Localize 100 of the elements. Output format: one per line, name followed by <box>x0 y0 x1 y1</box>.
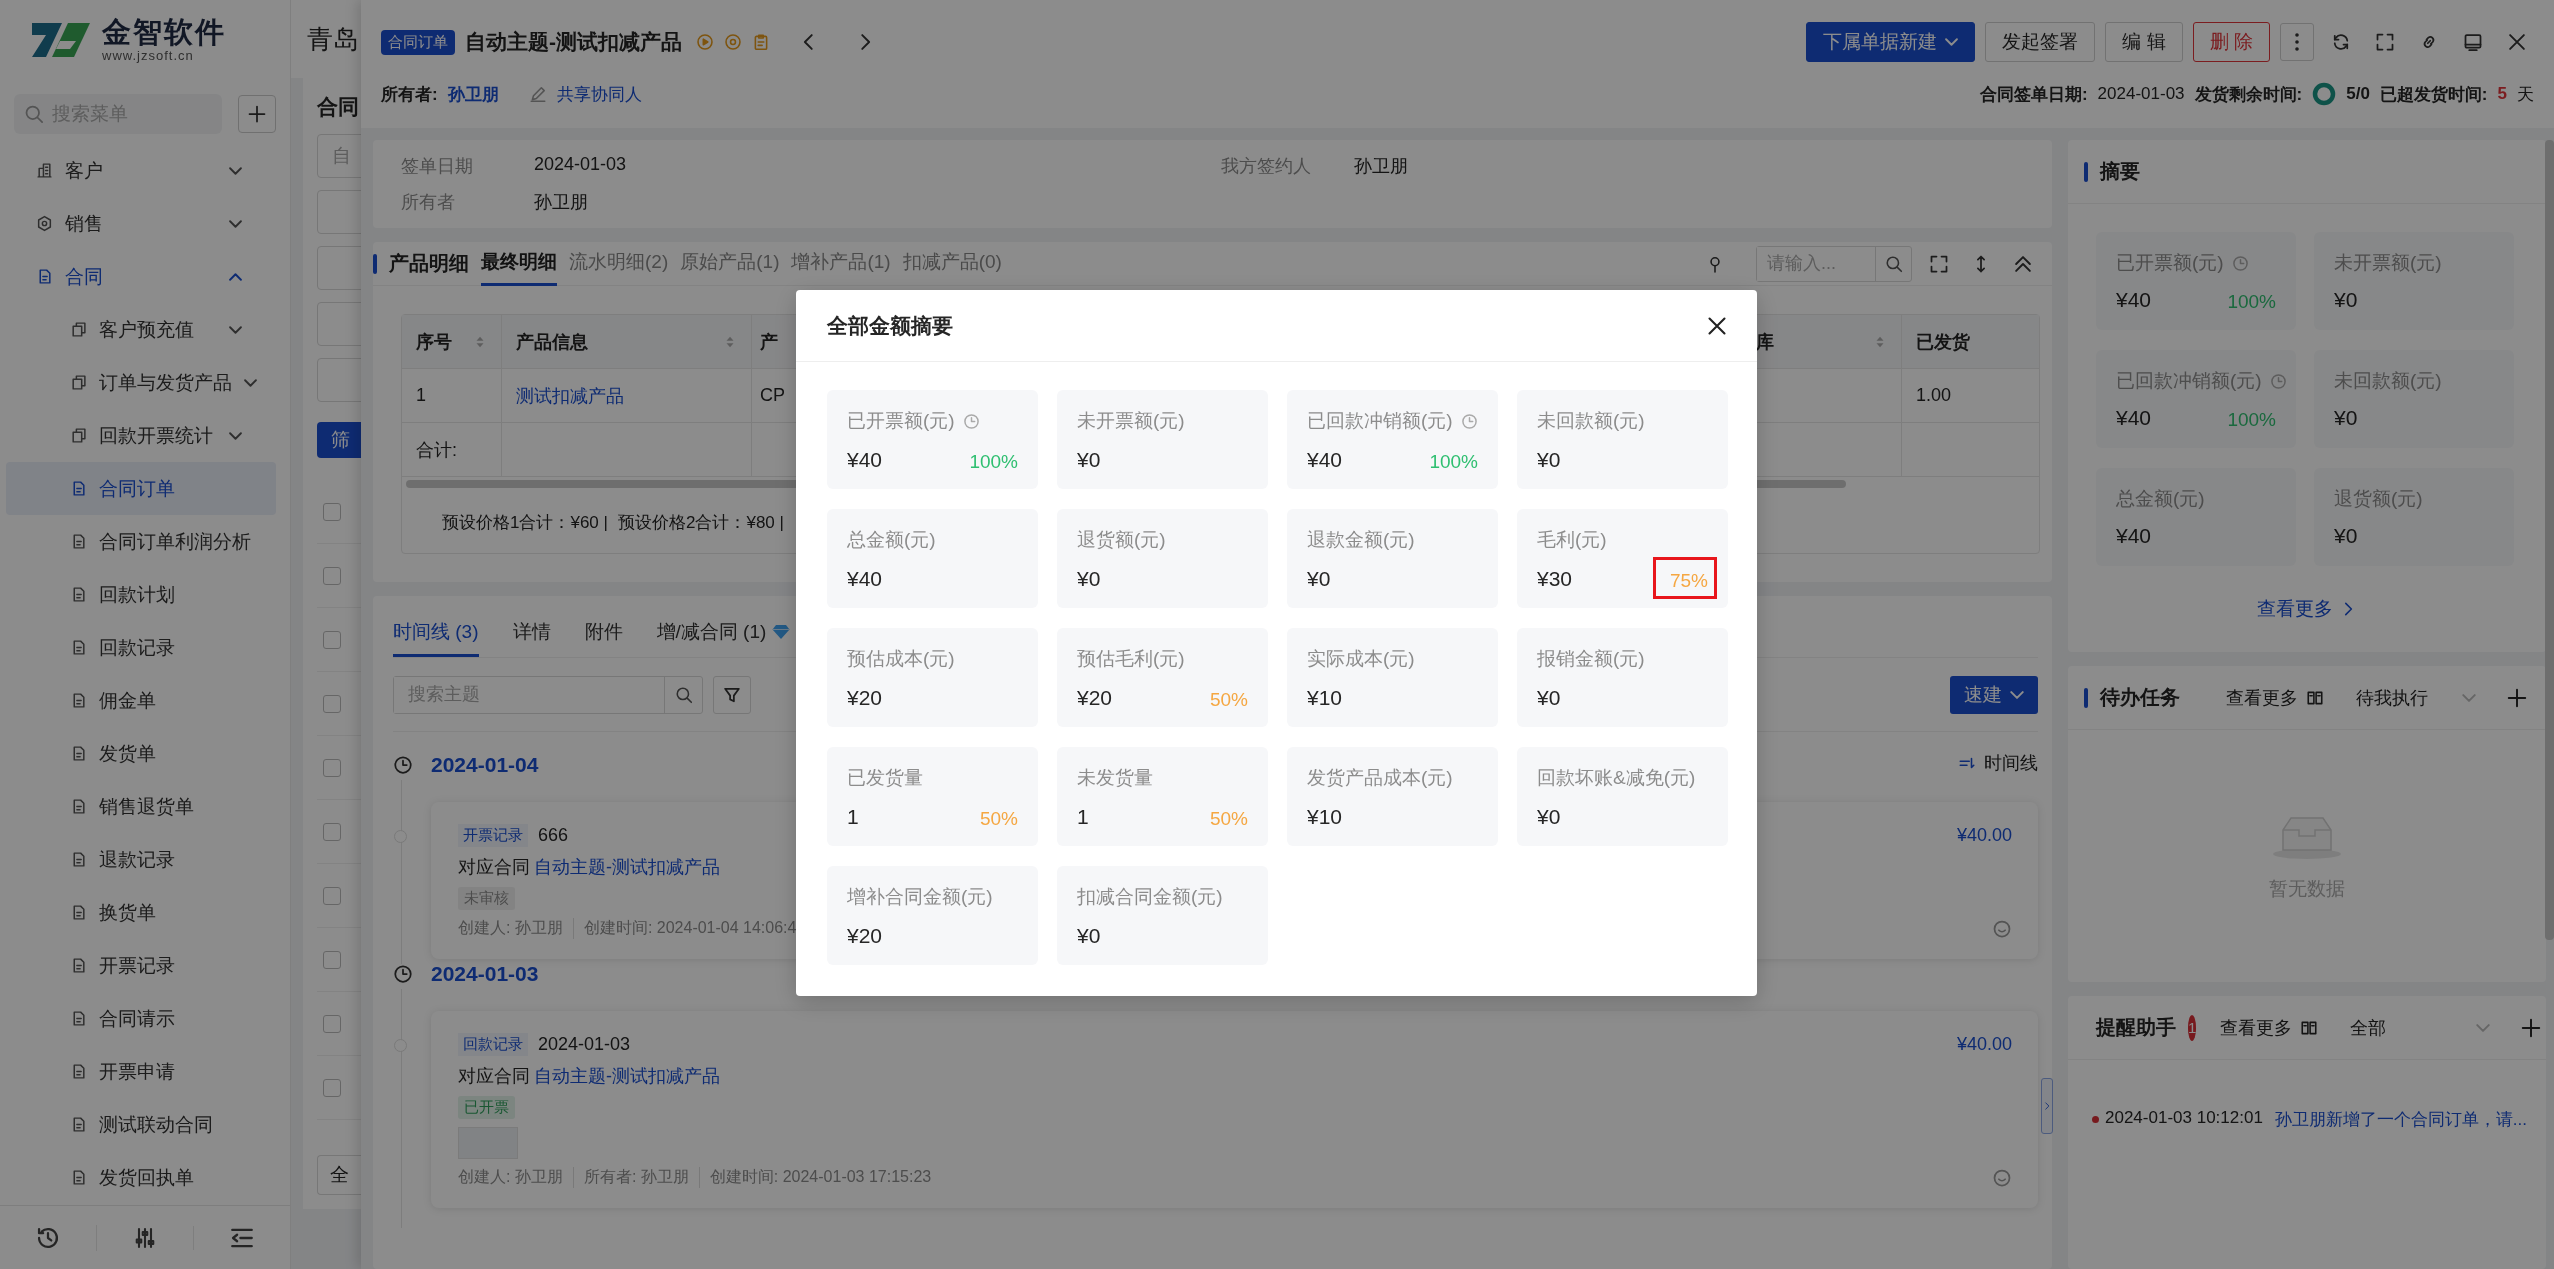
amount-label: 未发货量 <box>1077 766 1153 790</box>
timeline-date: 2024-01-04 <box>431 753 539 777</box>
amount-value: ¥40 <box>847 448 883 472</box>
column-header: 序号 <box>416 330 452 354</box>
amount-value: ¥0 <box>2334 406 2358 430</box>
record-type-badge: 合同订单 <box>381 29 455 55</box>
total-label: 合计: <box>416 438 457 462</box>
amount-value: ¥40 <box>2116 524 2152 548</box>
amount-value: ¥0 <box>1537 686 1561 710</box>
price-total: 预设价格1合计：¥60 | <box>442 511 608 534</box>
amount-value: ¥40 <box>1307 448 1343 472</box>
brand-name: 金智软件 <box>102 16 226 49</box>
section-title: 待办任务 <box>2100 685 2180 710</box>
percent-text: 100% <box>2226 290 2277 314</box>
entry-meta: 所有者: 孙卫朋 <box>572 1167 689 1188</box>
amount-value: ¥20 <box>847 924 883 948</box>
percent-text: 50% <box>1208 688 1249 712</box>
meta-label: 合同签单日期: <box>1979 83 2088 106</box>
amount-label: 退货额(元) <box>2334 487 2423 511</box>
amount-value: ¥20 <box>1077 686 1113 710</box>
amount-label: 预估毛利(元) <box>1077 647 1185 671</box>
price-total: 预设价格2合计：¥80 | <box>617 511 784 534</box>
field-label: 签单日期 <box>401 155 474 178</box>
table-cell: 1 <box>416 385 426 406</box>
amount-value: ¥0 <box>1537 805 1561 829</box>
table-cell: CP <box>760 385 785 406</box>
entry-meta: 创建人: 孙卫朋 <box>458 1167 563 1187</box>
contract-label: 对应合同 <box>458 856 530 879</box>
field-label: 所有者 <box>401 191 456 214</box>
table-cell: 1.00 <box>1916 385 1952 406</box>
amount-label: 已回款冲销额(元) <box>2116 369 2262 393</box>
amount-label: 总金额(元) <box>847 528 936 552</box>
count-badge: 1 <box>2188 1014 2197 1041</box>
column-header: 产 <box>760 330 778 354</box>
amount-label: 回款坏账&减免(元) <box>1537 766 1696 790</box>
amount-label: 未开票额(元) <box>2334 251 2442 275</box>
record-title: 自动主题-测试扣减产品 <box>465 29 682 55</box>
percent-text: 50% <box>1208 807 1249 831</box>
amount-label: 增补合同金额(元) <box>847 885 993 909</box>
percent-text: 50% <box>978 807 1019 831</box>
entry-meta: 创建时间: 2024-01-03 17:15:23 <box>698 1167 932 1188</box>
amount-value: ¥0 <box>2334 288 2358 312</box>
column-header: 已发货 <box>1916 330 1970 354</box>
amount-label: 毛利(元) <box>1537 528 1607 552</box>
amount-value: ¥10 <box>1307 805 1343 829</box>
contract-label: 对应合同 <box>458 1065 530 1088</box>
field-value: 孙卫朋 <box>534 191 588 214</box>
amount-label: 未回款额(元) <box>2334 369 2442 393</box>
timeline-date: 2024-01-03 <box>431 962 539 986</box>
section-title: 摘要 <box>2100 159 2140 184</box>
amount-label: 未开票额(元) <box>1077 409 1185 433</box>
entry-title: 2024-01-03 <box>538 1034 631 1055</box>
column-header: 库 <box>1756 330 1774 354</box>
amount-value: ¥20 <box>847 686 883 710</box>
section-title: 产品明细 <box>389 251 469 276</box>
amount-value: ¥40 <box>847 567 883 591</box>
list-heading: 合同 <box>317 94 359 120</box>
entry-title: 666 <box>538 825 569 846</box>
amount-label: 退货额(元) <box>1077 528 1166 552</box>
sign-date: 2024-01-03 <box>2097 84 2185 104</box>
amount-value: ¥30 <box>1537 567 1573 591</box>
entry-meta: 创建人: 孙卫朋 <box>458 918 563 938</box>
amount-value: ¥0 <box>1307 567 1331 591</box>
percent-text: 100% <box>968 450 1019 474</box>
days-unit: 天 <box>2517 83 2534 106</box>
amount-label: 发货产品成本(元) <box>1307 766 1453 790</box>
status-tag: 已开票 <box>458 1096 515 1119</box>
page-title: 青岛 <box>307 22 359 56</box>
brand-url: www.jzsoft.cn <box>102 48 195 64</box>
reminder-time: 2024-01-03 10:12:01 <box>2105 1108 2263 1128</box>
amount-label: 总金额(元) <box>2116 487 2205 511</box>
amount-label: 已发货量 <box>847 766 923 790</box>
amount-value: ¥10 <box>1307 686 1343 710</box>
record-type-tag: 回款记录 <box>458 1033 528 1056</box>
amount-text: ¥40.00 <box>1956 825 2012 846</box>
record-type-tag: 开票记录 <box>458 824 528 847</box>
amount-value: ¥0 <box>1537 448 1561 472</box>
meta-label: 已超发货时间: <box>2379 83 2488 106</box>
percent-text: 75% <box>1652 557 1717 599</box>
meta-label: 发货剩余时间: <box>2194 83 2303 106</box>
remaining-count: 5/0 <box>2346 84 2370 104</box>
amount-value: ¥0 <box>1077 567 1101 591</box>
amount-value: ¥40 <box>2116 406 2152 430</box>
section-title: 提醒助手 <box>2096 1015 2176 1040</box>
field-label: 我方签约人 <box>1221 155 1312 178</box>
amount-label: 已开票额(元) <box>2116 251 2224 275</box>
amount-value: 1 <box>1077 805 1089 829</box>
amount-label: 实际成本(元) <box>1307 647 1415 671</box>
percent-text: 100% <box>1428 450 1479 474</box>
amount-value: ¥0 <box>1077 924 1101 948</box>
amount-label: 已开票额(元) <box>847 409 955 433</box>
column-header: 产品信息 <box>516 330 588 354</box>
field-value: 2024-01-03 <box>534 154 627 176</box>
field-value: 孙卫朋 <box>1354 155 1408 178</box>
dialog-title: 全部金额摘要 <box>827 312 953 339</box>
amount-label: 已回款冲销额(元) <box>1307 409 1453 433</box>
amount-text: ¥40.00 <box>1956 1034 2012 1055</box>
percent-text: 100% <box>2226 408 2277 432</box>
overdue-days: 5 <box>2497 84 2507 104</box>
amount-value: ¥0 <box>1077 448 1101 472</box>
